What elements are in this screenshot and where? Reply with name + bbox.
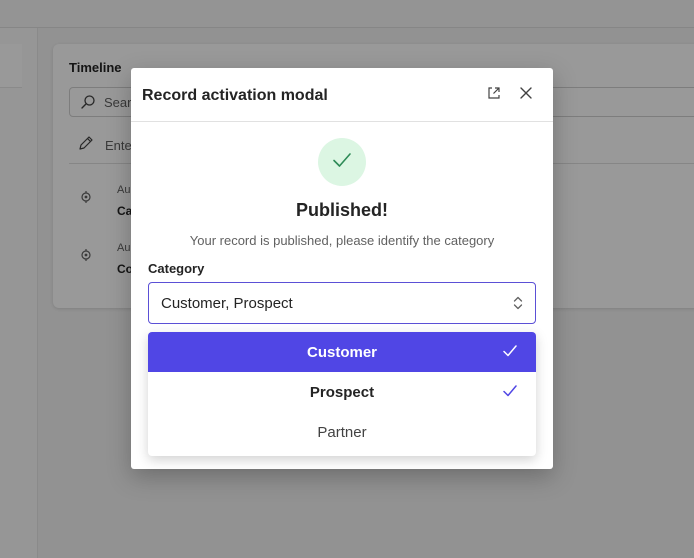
category-option-partner[interactable]: Partner — [148, 412, 536, 452]
check-icon — [502, 343, 518, 364]
category-select[interactable]: Customer, Prospect — [148, 282, 536, 324]
category-select-value: Customer, Prospect — [161, 295, 293, 312]
check-icon — [331, 149, 353, 176]
check-icon — [502, 383, 518, 404]
category-label: Category — [148, 261, 205, 276]
status-subtitle: Your record is published, please identif… — [189, 233, 495, 248]
option-label: Partner — [317, 424, 367, 441]
category-dropdown: Customer Prospect Partner — [148, 332, 536, 456]
close-icon — [519, 86, 533, 105]
option-label: Prospect — [309, 384, 375, 401]
modal-header: Record activation modal — [131, 68, 553, 122]
modal-title: Record activation modal — [142, 87, 328, 104]
category-option-prospect[interactable]: Prospect — [148, 372, 536, 412]
chevron-up-down-icon — [511, 294, 525, 317]
option-label: Customer — [306, 344, 377, 361]
expand-icon — [486, 85, 502, 106]
status-title: Published! — [295, 200, 388, 220]
close-button[interactable] — [516, 85, 536, 105]
expand-button[interactable] — [484, 85, 504, 105]
success-badge — [318, 138, 366, 186]
category-option-customer[interactable]: Customer — [148, 332, 536, 372]
